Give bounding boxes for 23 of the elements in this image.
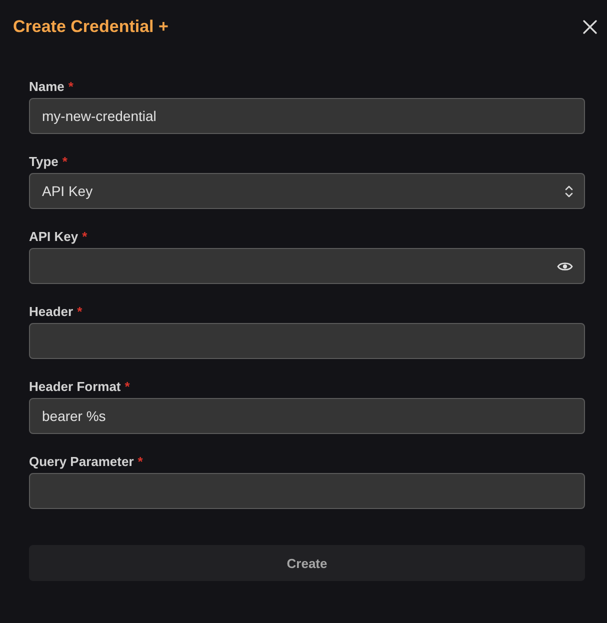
select-field[interactable]: API Key: [29, 173, 585, 209]
field-label: API Key: [29, 228, 78, 244]
dialog-title: Create Credential +: [13, 16, 168, 36]
password-field[interactable]: [29, 248, 585, 284]
input-field[interactable]: [29, 473, 585, 509]
field-label: Header Format: [29, 378, 121, 394]
required-asterisk: *: [68, 78, 74, 94]
field-label: Query Parameter: [29, 454, 134, 468]
required-asterisk: *: [124, 378, 130, 394]
required-asterisk: *: [77, 304, 82, 318]
chevron-up-down-icon: [565, 184, 573, 198]
input-field[interactable]: [29, 323, 585, 359]
required-asterisk: *: [62, 154, 68, 168]
field-label: Header: [29, 304, 74, 318]
field-label: Type: [29, 154, 58, 168]
field-label: Name: [29, 78, 64, 94]
input-field[interactable]: bearer %s: [29, 398, 585, 434]
required-asterisk: *: [138, 454, 143, 468]
create-button[interactable]: Create: [29, 545, 585, 581]
eye-icon[interactable]: [557, 260, 573, 272]
required-asterisk: *: [82, 228, 88, 244]
input-field[interactable]: my-new-credential: [29, 98, 585, 134]
close-icon[interactable]: [583, 20, 597, 34]
